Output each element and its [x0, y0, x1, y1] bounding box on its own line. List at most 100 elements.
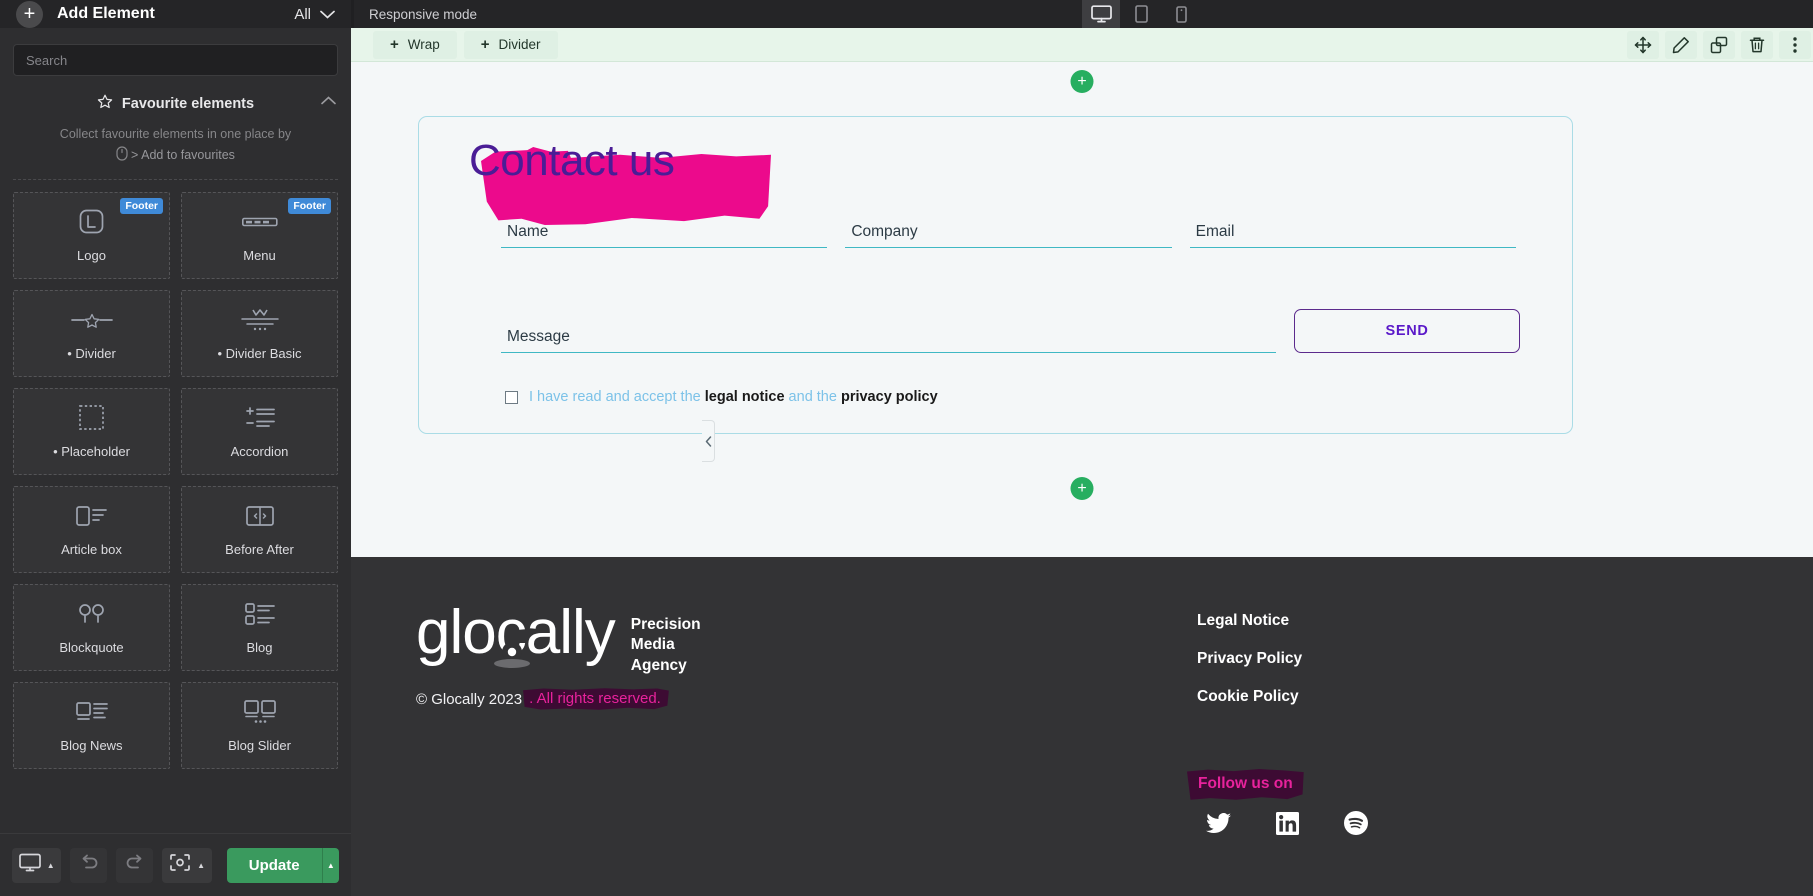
message-field[interactable]: Message — [501, 311, 1276, 353]
edit-icon[interactable] — [1665, 30, 1697, 59]
undo-button[interactable] — [70, 847, 108, 883]
privacy-policy-link[interactable]: privacy policy — [841, 389, 938, 405]
consent-checkbox[interactable] — [505, 390, 518, 404]
element-card-blog-news[interactable]: Blog News — [13, 682, 170, 770]
device-tablet-button[interactable] — [1122, 0, 1160, 28]
element-label: Blog Slider — [228, 737, 291, 753]
favourites-section: Favourite elements Collect favourite ele… — [0, 86, 351, 192]
preview-button[interactable]: ▲ — [162, 847, 212, 883]
elements-sidebar: + Add Element All Favourite elements — [0, 0, 351, 896]
location-pin-icon — [497, 623, 527, 669]
blog-icon — [244, 601, 276, 627]
mouse-icon — [116, 146, 128, 168]
plus-icon: + — [480, 36, 490, 53]
element-card-placeholder[interactable]: • Placeholder — [13, 388, 170, 476]
spotify-icon[interactable] — [1344, 811, 1368, 835]
element-card-accordion[interactable]: Accordion — [181, 388, 338, 476]
element-card-blog[interactable]: Blog — [181, 584, 338, 672]
element-card-divider[interactable]: • Divider — [13, 290, 170, 378]
add-wrap-label: Wrap — [407, 37, 440, 52]
element-grid: Footer Logo Footer Menu • Divider • Divi… — [0, 192, 351, 833]
element-label: • Divider Basic — [217, 345, 302, 361]
add-wrap-button[interactable]: + Wrap — [373, 30, 457, 59]
duplicate-icon[interactable] — [1703, 30, 1735, 59]
blog-news-icon — [75, 699, 109, 725]
tagline-line-3: Agency — [630, 656, 687, 674]
device-mobile-button[interactable] — [1162, 0, 1200, 28]
element-card-logo[interactable]: Footer Logo — [13, 192, 170, 280]
company-field[interactable]: Company — [845, 223, 1172, 248]
company-field-label: Company — [851, 223, 918, 240]
element-filter-dropdown[interactable]: All — [294, 6, 335, 23]
add-section-button-top[interactable]: + — [1070, 70, 1094, 93]
plus-icon: + — [390, 36, 399, 53]
element-card-menu[interactable]: Footer Menu — [181, 192, 338, 280]
favourites-desc-line1: Collect favourite elements in one place … — [59, 127, 292, 141]
top-bar: Responsive mode — [351, 0, 1813, 28]
badge-footer: Footer — [120, 198, 163, 215]
add-divider-button[interactable]: + Divider — [463, 30, 558, 59]
search-input[interactable] — [13, 44, 338, 76]
legal-notice-link[interactable]: legal notice — [705, 389, 785, 405]
element-label: Before After — [225, 541, 294, 557]
element-label: Menu — [243, 247, 276, 263]
delete-icon[interactable] — [1741, 30, 1773, 59]
element-label: Logo — [77, 247, 106, 263]
add-element-label: Add Element — [57, 5, 155, 22]
logo-shadow — [494, 659, 530, 668]
element-label: Article box — [61, 541, 122, 557]
before-after-icon — [245, 503, 275, 529]
copyright-plain: © Glocally 2023 — [416, 690, 523, 708]
sidebar-footer-toolbar: ▲ ▲ Update ▲ — [0, 833, 351, 896]
footer-link-privacy-policy[interactable]: Privacy Policy — [1197, 650, 1302, 668]
update-options-caret-icon[interactable]: ▲ — [321, 847, 339, 883]
element-label: Blog News — [60, 737, 123, 753]
divider-icon — [70, 307, 113, 333]
site-footer: glocally Precision Media Agency © Glocal… — [351, 557, 1813, 896]
favourites-title: Favourite elements — [121, 96, 255, 112]
favourites-header[interactable]: Favourite elements — [13, 90, 338, 124]
copyright-highlight: . All rights reserved. — [523, 688, 669, 710]
contact-form-block[interactable]: Contact us Name Company Email Message SE… — [418, 116, 1573, 434]
element-label: • Divider — [67, 345, 116, 361]
redo-button[interactable] — [116, 847, 154, 883]
copyright-line: © Glocally 2023 . All rights reserved. — [416, 688, 669, 710]
redo-icon — [125, 854, 145, 876]
email-field[interactable]: Email — [1189, 223, 1516, 248]
viewport-device-button[interactable]: ▲ — [12, 847, 62, 883]
element-label: Accordion — [230, 443, 289, 459]
plus-icon: + — [16, 0, 43, 28]
footer-logo-row: glocally Precision Media Agency — [416, 602, 701, 676]
consent-middle: and the — [784, 389, 841, 405]
device-desktop-button[interactable] — [1082, 0, 1120, 28]
caret-up-icon: ▲ — [197, 860, 206, 870]
element-filter-label: All — [294, 5, 311, 23]
name-field[interactable]: Name — [501, 223, 828, 248]
chevron-up-icon[interactable] — [321, 93, 336, 109]
consent-text: I have read and accept the legal notice … — [529, 389, 938, 405]
consent-row: I have read and accept the legal notice … — [505, 389, 938, 405]
element-card-blockquote[interactable]: Blockquote — [13, 584, 170, 672]
sidebar-header: + Add Element All — [0, 0, 351, 28]
element-label: Blog — [246, 639, 273, 655]
article-box-icon — [75, 503, 109, 529]
footer-link-cookie-policy[interactable]: Cookie Policy — [1197, 688, 1302, 706]
twitter-icon[interactable] — [1206, 812, 1231, 834]
message-row: Message SEND — [501, 309, 1520, 353]
add-section-button-middle[interactable]: + — [1070, 477, 1094, 500]
move-icon[interactable] — [1627, 30, 1659, 59]
toolbar-add-group: + Wrap + Divider — [351, 30, 558, 59]
element-card-before-after[interactable]: Before After — [181, 486, 338, 574]
element-card-article-box[interactable]: Article box — [13, 486, 170, 574]
panel-collapse-handle[interactable] — [702, 420, 715, 462]
accordion-icon — [244, 405, 276, 431]
more-icon[interactable] — [1779, 30, 1811, 59]
send-button[interactable]: SEND — [1294, 309, 1520, 353]
linkedin-icon[interactable] — [1276, 811, 1299, 835]
element-card-blog-slider[interactable]: Blog Slider — [181, 682, 338, 770]
update-button[interactable]: Update ▲ — [226, 847, 340, 883]
element-card-divider-basic[interactable]: • Divider Basic — [181, 290, 338, 378]
footer-link-legal-notice[interactable]: Legal Notice — [1197, 612, 1302, 630]
star-icon — [97, 94, 113, 114]
add-element-button[interactable]: + Add Element — [16, 0, 155, 28]
